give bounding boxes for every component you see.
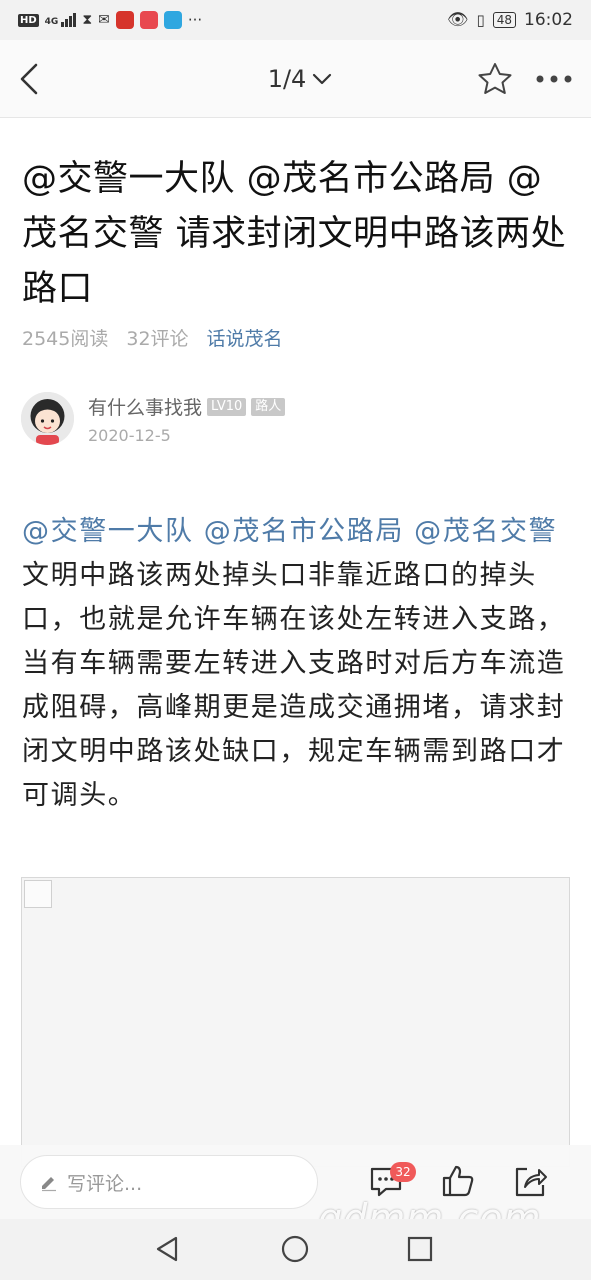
comment-count-badge: 32 (390, 1162, 416, 1182)
square-recents-icon (407, 1236, 433, 1262)
rank-badge: 路人 (251, 397, 286, 416)
signal-icon: 4G (45, 13, 77, 27)
red-app-icon (139, 11, 158, 29)
like-button[interactable] (440, 1163, 476, 1199)
triangle-back-icon (156, 1236, 178, 1262)
body-text: 文明中路该两处掉头口非靠近路口的掉头口，也就是允许车辆在该处左转进入支路，当有车… (22, 560, 566, 811)
back-button[interactable] (14, 60, 50, 98)
more-notifications: ··· (187, 11, 203, 29)
favorite-button[interactable] (476, 61, 514, 97)
status-bar: HD 4G ⧗ ✉ ··· 👁 ▯ 48 16:02 (0, 0, 591, 40)
comment-placeholder: 写评论... (67, 1172, 143, 1195)
system-home-button[interactable] (279, 1233, 311, 1265)
chevron-down-icon (313, 73, 332, 85)
body-mentions[interactable]: @交警一大队 @茂名市公路局 @茂名交警 (22, 516, 557, 547)
eye-icon: 👁 (446, 10, 469, 30)
pencil-icon (42, 1177, 56, 1192)
topic-link[interactable]: 话说茂名 (207, 324, 283, 351)
signal-label: 4G (44, 17, 59, 27)
circle-home-icon (281, 1235, 309, 1263)
author-row: 有什么事找我 LV10 路人 (88, 393, 286, 420)
blue-app-icon (163, 11, 182, 29)
more-icon (536, 75, 572, 83)
top-navigation: 1/4 (0, 40, 591, 118)
network-badge: HD (18, 13, 39, 27)
read-count: 2545阅读 (22, 327, 109, 350)
page-selector[interactable]: 1/4 (230, 62, 370, 96)
clock: 16:02 (524, 10, 573, 30)
wechat-icon: ✉ (98, 12, 110, 28)
system-recents-button[interactable] (404, 1233, 436, 1265)
article-meta: 2545阅读 32评论 话说茂名 (22, 322, 283, 352)
page-indicator: 1/4 (267, 65, 307, 93)
broken-image-icon (24, 880, 52, 908)
status-right: 👁 ▯ 48 16:02 (447, 10, 573, 30)
like-icon (442, 1165, 474, 1197)
author-name[interactable]: 有什么事找我 (88, 393, 202, 420)
comment-input[interactable]: 写评论... (20, 1155, 318, 1209)
mic-app-icon (115, 11, 134, 29)
battery-icon: 48 (492, 12, 516, 28)
star-icon (478, 63, 512, 94)
level-badge: LV10 (207, 397, 247, 416)
avatar-image (21, 392, 74, 445)
system-back-button[interactable] (152, 1233, 184, 1265)
post-date: 2020-12-5 (88, 426, 171, 445)
avatar[interactable] (21, 392, 74, 445)
system-navigation-bar (0, 1219, 591, 1280)
status-left: HD 4G ⧗ ✉ ··· (18, 11, 202, 29)
comment-count: 32评论 (126, 327, 189, 350)
back-icon (20, 63, 38, 95)
share-icon (515, 1167, 547, 1197)
more-button[interactable] (532, 64, 576, 94)
share-button[interactable] (512, 1163, 548, 1199)
article-body: @交警一大队 @茂名市公路局 @茂名交警 文明中路该两处掉头口非靠近路口的掉头口… (22, 510, 572, 818)
article-image[interactable] (21, 877, 570, 1167)
article-title: @交警一大队 @茂名市公路局 @茂名交警 请求封闭文明中路该两处路口 (22, 159, 567, 309)
vibrate-icon: ▯ (476, 11, 485, 29)
hourglass-icon: ⧗ (82, 12, 93, 28)
